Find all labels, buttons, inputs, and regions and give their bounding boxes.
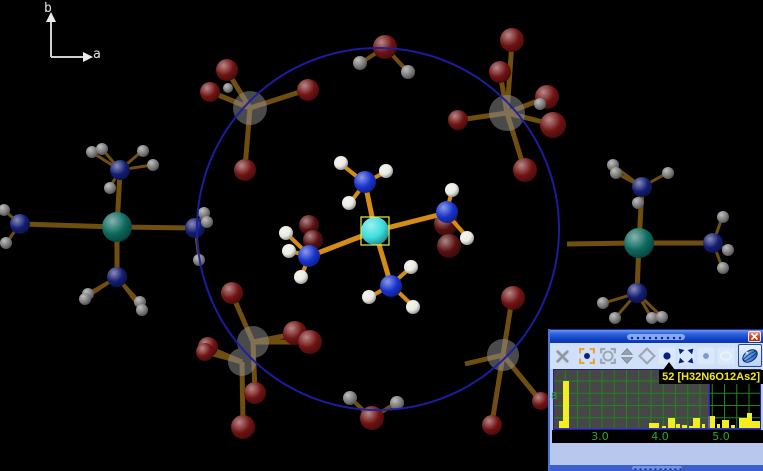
titlebar-grip-dots[interactable] — [627, 334, 685, 340]
expand-arrows-icon[interactable] — [677, 347, 695, 365]
x-tick-label: 4.0 — [651, 430, 669, 443]
close-button[interactable] — [748, 331, 761, 342]
axis-a-arrow-icon — [83, 52, 93, 62]
ellipse-style-icon[interactable] — [717, 347, 735, 365]
formula-tooltip: 52 [H32N6O12As2] — [659, 370, 763, 384]
clear-x-icon[interactable] — [554, 347, 572, 365]
circle-crosshair-icon[interactable] — [599, 347, 617, 365]
close-icon — [750, 332, 759, 341]
ellipsoid-icon — [739, 346, 761, 366]
center-crosshair-icon[interactable] — [578, 347, 596, 365]
formula-tooltip-text: 52 [H32N6O12As2] — [662, 371, 760, 383]
window-titlebar[interactable] — [550, 329, 763, 343]
axis-a-label: a — [93, 47, 101, 62]
x-tick-label: 5.0 — [712, 430, 730, 443]
bottom-grip-dots[interactable] — [632, 466, 682, 470]
y-axis-label: 8 — [551, 391, 557, 402]
x-tick-label: 3.0 — [591, 430, 609, 443]
axis-indicator: b a — [0, 0, 120, 75]
tooltip-arrow-icon — [663, 362, 675, 370]
axis-b-label: b — [44, 1, 52, 16]
window-footer — [550, 443, 763, 465]
small-ball-style-icon[interactable] — [697, 347, 715, 365]
axis-b-line — [50, 21, 52, 57]
toolbar — [550, 343, 763, 369]
x-axis: 3.0 4.0 5.0 — [552, 430, 763, 443]
axis-a-line — [51, 56, 83, 58]
viewport: b a — [0, 0, 763, 471]
updown-arrows-icon[interactable] — [618, 347, 636, 365]
histogram-window: 8 52 [H32N6O12As2] 3.0 4.0 5.0 — [548, 329, 763, 471]
ellipsoid-style-button[interactable] — [738, 344, 762, 367]
diamond-icon[interactable] — [638, 347, 656, 365]
